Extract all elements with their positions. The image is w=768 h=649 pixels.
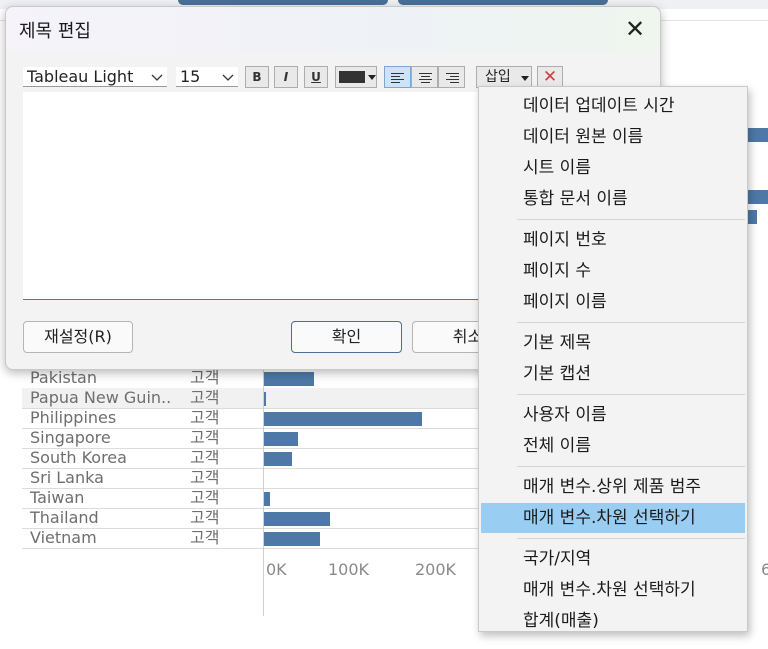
underline-button[interactable]: U [304,66,328,88]
menu-item[interactable]: 데이터 원본 이름 [481,122,745,152]
menu-separator [517,538,745,539]
reset-button[interactable]: 재설정(R) [23,321,133,353]
menu-item[interactable]: 기본 제목 [481,328,745,358]
table-row: Vietnam 고객 [22,528,482,549]
menu-item[interactable]: 국가/지역 [481,544,745,574]
table-row: Pakistan 고객 [22,368,482,389]
insert-label: 삽입 [485,69,511,85]
dialog-title-bar [6,7,660,51]
table-row: Philippines 고객 [22,408,482,429]
segment-label: 고객 [190,528,220,547]
bar [264,492,270,506]
chevron-down-icon [222,74,234,81]
chevron-down-icon [151,74,163,81]
segment-label: 고객 [190,428,220,447]
bar [264,532,320,546]
segment-label: 고객 [190,408,220,427]
align-right-button[interactable] [438,66,465,88]
bar [264,372,314,386]
font-size-select[interactable]: 15 [176,67,238,87]
menu-item[interactable]: 통합 문서 이름 [481,184,745,214]
title-text-editor[interactable] [23,92,493,300]
bar [264,432,298,446]
country-label: Singapore [30,428,111,447]
segment-label: 고객 [190,448,220,467]
country-label: Thailand [30,508,99,527]
segment-label: 고객 [190,468,220,487]
menu-item[interactable]: 페이지 이름 [481,287,745,317]
menu-item[interactable]: 매개 변수.차원 선택하기 [481,503,745,533]
segment-label: 고객 [190,388,220,407]
ok-button[interactable]: 확인 [291,321,402,353]
axis-line [263,350,264,616]
bar [264,452,292,466]
menu-item[interactable]: 기본 캡션 [481,359,745,389]
table-row: Singapore 고객 [22,428,482,449]
country-label: Vietnam [30,528,97,547]
country-label: South Korea [30,448,127,467]
close-icon[interactable]: ✕ [621,15,649,43]
insert-button[interactable]: 삽입 [476,66,532,88]
sheet-tab[interactable] [398,0,608,5]
font-size-value: 15 [180,67,201,86]
table-row: Papua New Guin.. 고객 [22,388,482,409]
table-row: Thailand 고객 [22,508,482,529]
table-row: South Korea 고객 [22,448,482,469]
bar [745,128,768,142]
country-label: Pakistan [30,368,97,387]
table-row: Sri Lanka 고객 [22,468,482,489]
align-center-button[interactable] [411,66,438,88]
axis-tick-label: 0K [266,560,287,579]
axis-tick-label: 6 [761,560,768,579]
align-left-button[interactable] [384,66,411,88]
dialog-title: 제목 편집 [19,21,91,42]
menu-item[interactable]: 페이지 번호 [481,225,745,255]
sheet-tab[interactable] [178,0,388,5]
text-color-button[interactable] [335,66,377,88]
bar [745,190,768,204]
menu-separator [517,394,745,395]
color-swatch [339,71,365,83]
country-label: Philippines [30,408,117,427]
menu-item[interactable]: 데이터 업데이트 시간 [481,91,745,121]
italic-button[interactable]: I [274,66,298,88]
menu-item[interactable]: 시트 이름 [481,153,745,183]
table-row: Taiwan 고객 [22,488,482,509]
menu-item[interactable]: 사용자 이름 [481,400,745,430]
country-label: Sri Lanka [30,468,104,487]
menu-separator [517,466,745,467]
segment-label: 고객 [190,488,220,507]
menu-item[interactable]: 매개 변수.상위 제품 범주 [481,472,745,502]
menu-separator [517,322,745,323]
font-family-value: Tableau Light [27,67,134,86]
font-family-select[interactable]: Tableau Light [23,67,167,87]
dropdown-arrow-icon [521,76,529,81]
bold-button[interactable]: B [245,66,269,88]
menu-separator [517,219,745,220]
bar [264,392,266,406]
dropdown-arrow-icon [368,75,376,80]
segment-label: 고객 [190,368,220,387]
menu-item[interactable]: 전체 이름 [481,431,745,461]
segment-label: 고객 [190,508,220,527]
country-label: Taiwan [30,488,85,507]
country-label: Papua New Guin.. [30,388,172,407]
axis-tick-label: 200K [415,560,457,579]
axis-tick-label: 100K [328,560,370,579]
insert-menu: 데이터 업데이트 시간 데이터 원본 이름 시트 이름 통합 문서 이름 페이지 번호 페… [478,86,748,632]
menu-item[interactable]: 합계(매출) [481,606,745,636]
bar [264,412,422,426]
menu-item[interactable]: 페이지 수 [481,256,745,286]
bar [264,512,330,526]
menu-item[interactable]: 매개 변수.차원 선택하기 [481,575,745,605]
clear-button[interactable]: ✕ [537,66,563,88]
